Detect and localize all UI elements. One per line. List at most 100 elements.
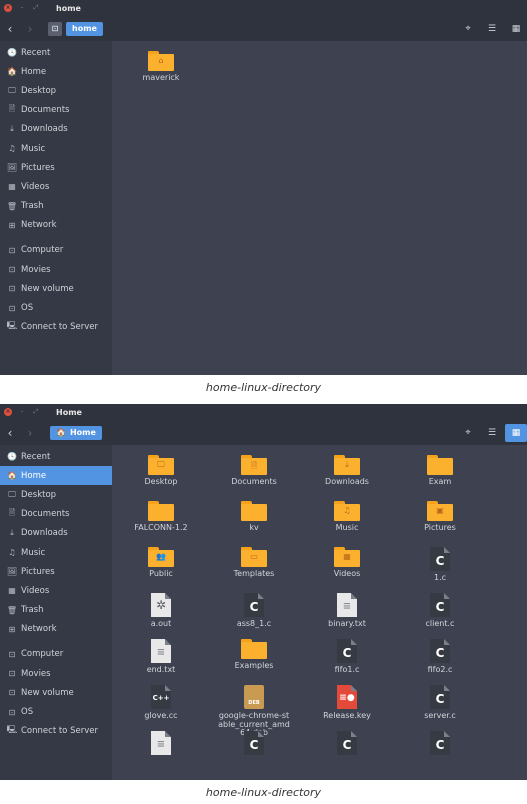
sidebar-item-trash[interactable]: 🗑 Trash	[0, 601, 112, 620]
file-item-pictures[interactable]: ▣ Pictures	[397, 501, 483, 533]
file-item-fifo2-c[interactable]: Cfifo2.c	[397, 639, 483, 675]
sidebar-item-desktop[interactable]: 🖵 Desktop	[0, 485, 112, 504]
folder-emblem-icon: ♫	[343, 506, 351, 515]
folder-icon: 🖵	[148, 455, 174, 475]
sidebar-item-computer[interactable]: ⊡ Computer	[0, 645, 112, 664]
sidebar-item-music[interactable]: ♫ Music	[0, 543, 112, 562]
toolbar: ‹ › ⊡ home ⌖ ☰ ▦	[0, 16, 527, 41]
file-item-unnamed[interactable]: C	[397, 731, 483, 758]
sidebar-item-desktop[interactable]: 🖵 Desktop	[0, 81, 112, 100]
file-item-binary-txt[interactable]: ≡ binary.txt	[304, 593, 390, 629]
file-item-downloads[interactable]: ⤓ Downloads	[304, 455, 390, 487]
sidebar-item-documents[interactable]: 🗎 Documents	[0, 505, 112, 524]
sidebar-item-videos[interactable]: ▦ Videos	[0, 177, 112, 196]
back-button[interactable]: ‹	[0, 22, 20, 36]
sidebar-item-label: Recent	[21, 451, 51, 462]
file-item-google-chrome-stable-current-amd64-deb[interactable]: DEBgoogle-chrome-stable_current_amd64.de…	[211, 685, 297, 738]
file-item-unnamed[interactable]: C	[211, 731, 297, 758]
file-item-falconn-1-2[interactable]: FALCONN-1.2	[118, 501, 204, 533]
sidebar-item-videos[interactable]: ▦ Videos	[0, 581, 112, 600]
close-window-button[interactable]: ×	[4, 408, 12, 416]
sidebar-item-downloads[interactable]: ⤓ Downloads	[0, 120, 112, 139]
forward-button[interactable]: ›	[20, 22, 40, 36]
location-icon[interactable]: ⌖	[457, 424, 479, 442]
sidebar-item-home[interactable]: 🏠 Home	[0, 466, 112, 486]
sidebar-item-movies[interactable]: ⊡ Movies	[0, 664, 112, 683]
grid-view-icon[interactable]: ▦	[505, 20, 527, 38]
folder-icon: 👥	[148, 547, 174, 567]
film-icon: ▦	[8, 182, 16, 192]
sidebar-item-os[interactable]: ⊡ OS	[0, 702, 112, 721]
forward-button[interactable]: ›	[20, 426, 40, 440]
sidebar-item-music[interactable]: ♫ Music	[0, 139, 112, 158]
sidebar-item-os[interactable]: ⊡ OS	[0, 298, 112, 317]
back-button[interactable]: ‹	[0, 426, 20, 440]
file-item-music[interactable]: ♫ Music	[304, 501, 390, 533]
home-icon: 🏠	[7, 67, 17, 77]
document-icon: 🗎	[8, 508, 16, 518]
list-view-icon[interactable]: ☰	[481, 424, 503, 442]
file-label: ass8_1.c	[236, 619, 272, 628]
sidebar-item-recent[interactable]: 🕓 Recent	[0, 447, 112, 466]
maximize-window-button[interactable]: ⤢	[32, 4, 40, 12]
sidebar-item-downloads[interactable]: ⤓ Downloads	[0, 524, 112, 543]
folder-icon: ⌂	[148, 51, 174, 71]
sidebar-item-computer[interactable]: ⊡ Computer	[0, 241, 112, 260]
list-view-icon[interactable]: ☰	[481, 20, 503, 38]
maximize-window-button[interactable]: ⤢	[32, 408, 40, 416]
sidebar-item-home[interactable]: 🏠 Home	[0, 62, 112, 81]
sidebar-item-trash[interactable]: 🗑 Trash	[0, 197, 112, 216]
file-item-release-key[interactable]: ≡● Release.key	[304, 685, 390, 721]
toggle-location-icon[interactable]: ⊡	[48, 21, 62, 36]
file-item-examples[interactable]: Examples	[211, 639, 297, 671]
file-item-client-c[interactable]: Cclient.c	[397, 593, 483, 629]
sidebar-item-connect-to-server[interactable]: 🖳 Connect to Server	[0, 722, 112, 741]
file-item-desktop[interactable]: 🖵 Desktop	[118, 455, 204, 487]
sidebar-item-movies[interactable]: ⊡ Movies	[0, 260, 112, 279]
sidebar-item-new-volume[interactable]: ⊡ New volume	[0, 683, 112, 702]
file-item-videos[interactable]: ▦ Videos	[304, 547, 390, 579]
file-item-unnamed[interactable]: ≡	[118, 731, 204, 758]
sidebar-item-pictures[interactable]: 🖼 Pictures	[0, 562, 112, 581]
drive-icon: ⊡	[8, 245, 16, 255]
file-item-1-c[interactable]: C 1.c	[397, 547, 483, 583]
file-item-exam[interactable]: Exam	[397, 455, 483, 487]
sidebar-item-label: Movies	[21, 668, 51, 679]
close-window-button[interactable]: ×	[4, 4, 12, 12]
minimize-window-button[interactable]: –	[18, 4, 26, 12]
folder-icon	[241, 501, 267, 521]
home-icon: 🏠	[56, 428, 66, 437]
sidebar-item-network[interactable]: ⊞ Network	[0, 216, 112, 235]
sidebar-item-recent[interactable]: 🕓 Recent	[0, 43, 112, 62]
file-item-maverick[interactable]: ⌂ maverick	[118, 51, 204, 83]
file-item-public[interactable]: 👥 Public	[118, 547, 204, 579]
file-item-end-txt[interactable]: ≡ end.txt	[118, 639, 204, 675]
file-item-ass8-1-c[interactable]: Cass8_1.c	[211, 593, 297, 629]
folder-icon	[427, 455, 453, 475]
breadcrumb-home[interactable]: 🏠 Home	[50, 425, 102, 440]
sidebar-item-label: Network	[21, 220, 57, 231]
file-item-kv[interactable]: kv	[211, 501, 297, 533]
file-item-fifo1-c[interactable]: Cfifo1.c	[304, 639, 390, 675]
minimize-window-button[interactable]: –	[18, 408, 26, 416]
title-bar: × – ⤢ Home	[0, 404, 527, 420]
file-item-templates[interactable]: ▭ Templates	[211, 547, 297, 579]
sidebar-item-connect-to-server[interactable]: 🖳 Connect to Server	[0, 318, 112, 337]
text-file-icon: ≡	[151, 639, 171, 663]
file-label: Videos	[333, 569, 361, 578]
sidebar-item-pictures[interactable]: 🖼 Pictures	[0, 158, 112, 177]
file-item-unnamed[interactable]: C	[304, 731, 390, 758]
breadcrumb-home[interactable]: home	[66, 21, 103, 36]
file-label: FALCONN-1.2	[134, 523, 188, 532]
grid-view-icon[interactable]: ▦	[505, 423, 527, 442]
location-icon[interactable]: ⌖	[457, 20, 479, 38]
file-item-server-c[interactable]: Cserver.c	[397, 685, 483, 721]
file-item-glove-cc[interactable]: C++ glove.cc	[118, 685, 204, 721]
file-item-a-out[interactable]: ✲ a.out	[118, 593, 204, 629]
sidebar-item-documents[interactable]: 🗎 Documents	[0, 101, 112, 120]
sidebar-item-network[interactable]: ⊞ Network	[0, 620, 112, 639]
file-item-documents[interactable]: 🗎 Documents	[211, 455, 297, 487]
file-label: Release.key	[323, 711, 371, 720]
sidebar-item-new-volume[interactable]: ⊡ New volume	[0, 279, 112, 298]
sidebar-item-label: Trash	[21, 201, 44, 212]
